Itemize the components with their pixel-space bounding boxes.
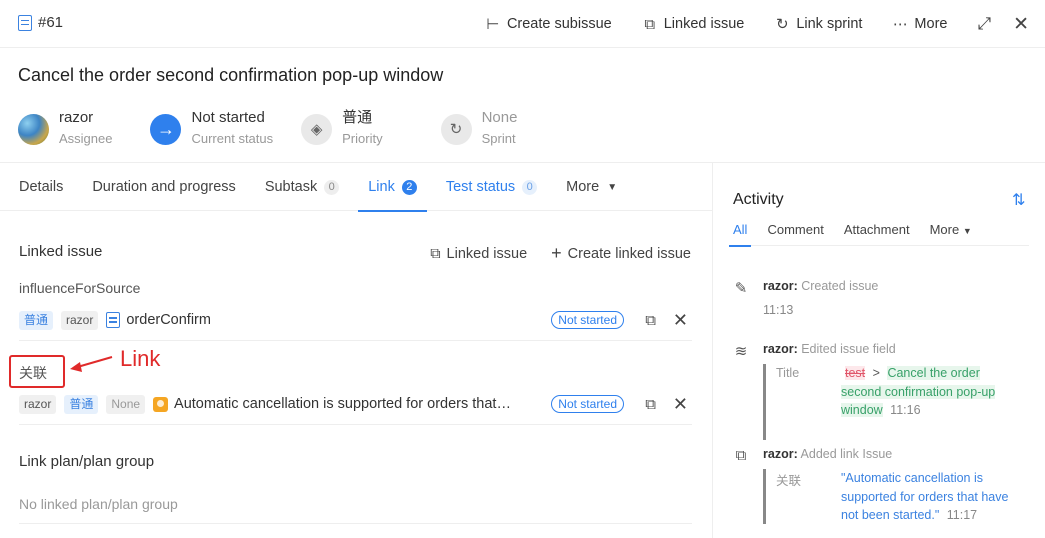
top-actions: ⊢ Create subissue ⧉ Linked issue ↻ Link … [485,0,1045,48]
priority-field[interactable]: ◈ 普通 Priority [301,108,383,150]
chevron-down-icon: ▼ [607,181,618,193]
linked-issue-icon: ⧉ [430,245,441,262]
more-dots-icon: ⋯ [892,16,908,33]
edit-icon: ✎ [734,280,748,297]
avatar [18,113,49,145]
chevron-right-icon: > [872,366,880,380]
annotation-arrow [70,356,113,372]
empty-state: No linked plan/plan group [19,496,178,512]
annotation-label: Link [120,346,161,371]
assignee-field[interactable]: razor Assignee [18,108,112,150]
issue-type-icon [18,14,32,31]
expand-icon[interactable]: ⤢ [977,14,991,34]
tab-more[interactable]: More ▼ [556,163,627,211]
unlink-icon[interactable]: ✕ [673,394,688,415]
plan-heading: Link plan/plan group [19,453,155,470]
divider [712,162,713,538]
count-badge: 0 [324,179,340,195]
open-external-icon[interactable]: ⧉ [645,396,656,413]
issue-id-text: #61 [38,14,64,31]
tab-details[interactable]: Details [9,163,73,211]
divider [763,469,766,524]
divider [19,340,692,341]
old-value: test [845,366,866,380]
count-badge: 2 [401,179,417,195]
subissue-icon: ⊢ [486,16,500,33]
linked-issue-actions: ⧉ Linked issue + Create linked issue [430,243,691,264]
count-badge: 0 [522,179,538,195]
field-name: Title [776,366,800,380]
tab-subtask[interactable]: Subtask 0 [255,163,349,211]
tab-duration[interactable]: Duration and progress [82,163,245,211]
create-subissue-button[interactable]: ⊢ Create subissue [485,15,611,33]
link-sprint-button[interactable]: ↻ Link sprint [774,15,862,33]
field-name: 关联 [776,474,802,488]
tab-link[interactable]: Link 2 [358,163,427,212]
activity-title: Activity [733,191,784,208]
status-field[interactable]: → Not started Current status [150,108,273,150]
divider [763,364,766,440]
sprint-tag: None [106,394,146,414]
arrow-right-icon: → [150,113,182,145]
create-linked-issue-button[interactable]: + Create linked issue [551,243,691,264]
issue-meta: razor Assignee → Not started Current sta… [18,108,543,150]
issue-type-icon [106,312,121,328]
chevron-down-icon: ▼ [962,226,972,236]
link-group-label: 关联 [19,365,47,381]
status-badge: Not started [551,395,624,413]
add-linked-issue-button[interactable]: ⧉ Linked issue [430,243,527,264]
close-icon[interactable]: ✕ [1013,13,1029,36]
link-issue-icon: ⧉ [735,447,747,464]
divider [19,523,692,524]
activity-time: 11:13 [763,303,794,317]
detail-tabs: Details Duration and progress Subtask 0 L… [0,163,712,212]
more-button[interactable]: ⋯ More [892,15,948,33]
assignee-tag: razor [19,394,57,414]
activity-tab-all[interactable]: All [728,222,753,247]
priority-icon: ◈ [301,113,333,145]
bulb-icon [153,396,169,412]
activity-tabs: All Comment Attachment More ▼ [728,222,1029,247]
sprint-field[interactable]: ↻ None Sprint [440,108,517,150]
priority-tag: 普通 [19,310,54,330]
link-group-label: influenceForSource [19,280,141,296]
open-external-icon[interactable]: ⧉ [645,312,656,329]
unlink-icon[interactable]: ✕ [673,310,688,331]
linked-issue-row[interactable]: razor 普通 None Automatic cancellation is … [19,393,692,415]
linked-issue-link[interactable]: "Automatic cancellation is supported for… [841,471,1008,522]
sprint-icon: ↻ [440,113,472,145]
change-detail: test > Cancel the order second confirmat… [841,364,1016,420]
sort-icon[interactable]: ⇅ [1012,190,1025,210]
change-detail: "Automatic cancellation is supported for… [841,469,1016,525]
activity-tab-comment[interactable]: Comment [767,222,823,246]
linked-issue-button[interactable]: ⧉ Linked issue [642,15,744,33]
linked-issue-heading: Linked issue [19,243,103,260]
activity-tab-more[interactable]: More ▼ [930,222,972,246]
linked-issue-name[interactable]: Automatic cancellation is supported for … [174,396,514,412]
assignee-tag: razor [61,310,99,330]
priority-tag: 普通 [64,394,99,414]
status-badge: Not started [551,311,624,329]
plus-icon: + [551,243,562,263]
activity-time: 11:16 [890,403,921,417]
linked-issue-icon: ⧉ [644,15,656,33]
layers-icon: ≋ [734,343,748,360]
linked-issue-name[interactable]: orderConfirm [126,312,211,328]
issue-title[interactable]: Cancel the order second confirmation pop… [18,65,443,86]
sprint-icon: ↻ [776,16,789,33]
issue-id: #61 [18,14,63,31]
divider [19,424,692,425]
top-bar: #61 ⊢ Create subissue ⧉ Linked issue ↻ L… [0,0,1045,48]
linked-issue-row[interactable]: 普通 razor orderConfirm Not started ⧉ ✕ [19,309,692,331]
activity-tab-attachment[interactable]: Attachment [844,222,910,246]
activity-time: 11:17 [946,508,978,522]
tab-test-status[interactable]: Test status 0 [436,163,547,211]
